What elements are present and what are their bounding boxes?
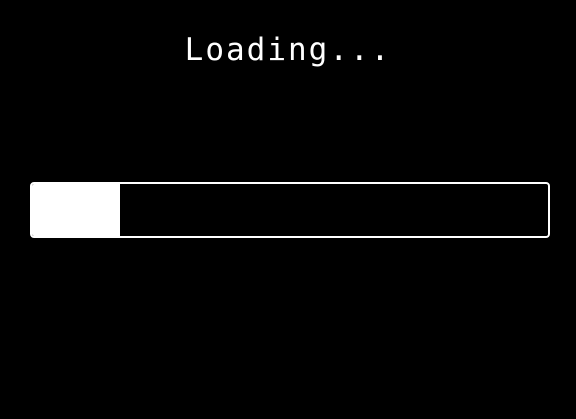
- loading-screen: Loading...: [0, 0, 576, 419]
- progress-bar: [30, 182, 550, 238]
- progress-bar-fill: [32, 184, 120, 236]
- loading-label: Loading...: [184, 32, 392, 68]
